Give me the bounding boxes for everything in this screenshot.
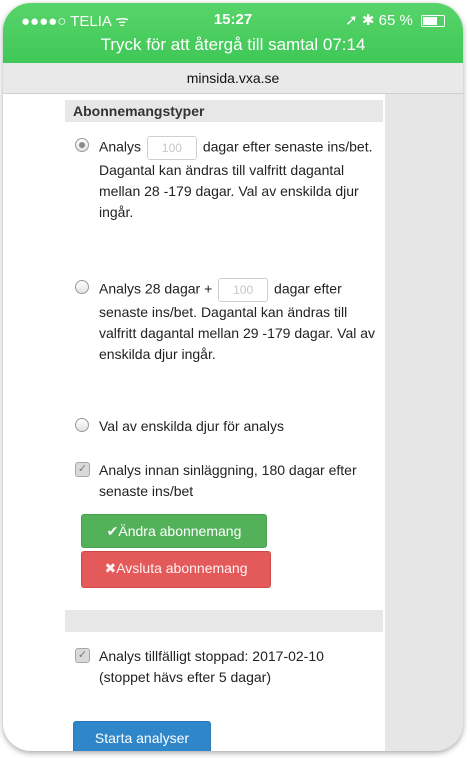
section-divider (65, 610, 383, 632)
option-analys-28-pre: Analys 28 dagar + (99, 280, 213, 297)
analysis-paused-label: Analys tillfälligt stoppad: 2017-02-10 (… (99, 648, 324, 685)
check-icon[interactable]: ✓ (75, 648, 90, 663)
address-bar[interactable]: minsida.vxa.se (3, 63, 463, 94)
option-analys-days[interactable]: Analys 100 dagar efter senaste ins/bet. … (75, 136, 377, 223)
option-individual-animals-label: Val av enskilda djur för analys (99, 418, 284, 434)
start-analyses-button[interactable]: Starta analyser (73, 721, 211, 751)
section-title: Abonnemangstyper (65, 100, 383, 122)
battery-icon (421, 15, 445, 28)
radio-individual-animals[interactable] (75, 418, 89, 432)
battery-status: ➚ ✱ 65 % (345, 11, 445, 29)
check-icon[interactable]: ✓ (75, 462, 90, 477)
analysis-paused-row[interactable]: ✓ Analys tillfälligt stoppad: 2017-02-10… (75, 646, 377, 688)
right-gutter (385, 94, 463, 751)
option-analys-days-post: dagar efter senaste ins/bet. Dagantal ka… (99, 138, 373, 220)
option-analys-28-plus[interactable]: Analys 28 dagar + 100 dagar efter senast… (75, 278, 377, 365)
left-margin (3, 94, 63, 751)
radio-analys-days[interactable] (75, 138, 89, 152)
cancel-subscription-button[interactable]: ✖Avsluta abonnemang (81, 551, 271, 588)
option-individual-animals[interactable]: Val av enskilda djur för analys (75, 416, 377, 437)
change-subscription-button[interactable]: ✔Ändra abonnemang (81, 514, 267, 548)
return-to-call-banner[interactable]: Tryck för att återgå till samtal 07:14 (3, 35, 463, 55)
battery-label: ➚ ✱ 65 % (345, 12, 413, 29)
phone-frame: ●●●●○ TELIA ᯤ 15:27 ➚ ✱ 65 % Tryck för a… (3, 3, 463, 751)
days-input-1[interactable]: 100 (146, 136, 197, 160)
radio-analys-28-plus[interactable] (75, 280, 89, 294)
subscription-panel: Abonnemangstyper Analys 100 dagar efter … (63, 94, 385, 751)
checkbox-sinlaggning-row[interactable]: ✓ Analys innan sinläggning, 180 dagar ef… (75, 460, 377, 502)
days-input-2[interactable]: 100 (218, 278, 269, 302)
checkbox-sinlaggning-label: Analys innan sinläggning, 180 dagar efte… (99, 462, 357, 499)
option-analys-days-pre: Analys (99, 138, 142, 155)
status-bar: ●●●●○ TELIA ᯤ 15:27 ➚ ✱ 65 % Tryck för a… (3, 3, 463, 63)
